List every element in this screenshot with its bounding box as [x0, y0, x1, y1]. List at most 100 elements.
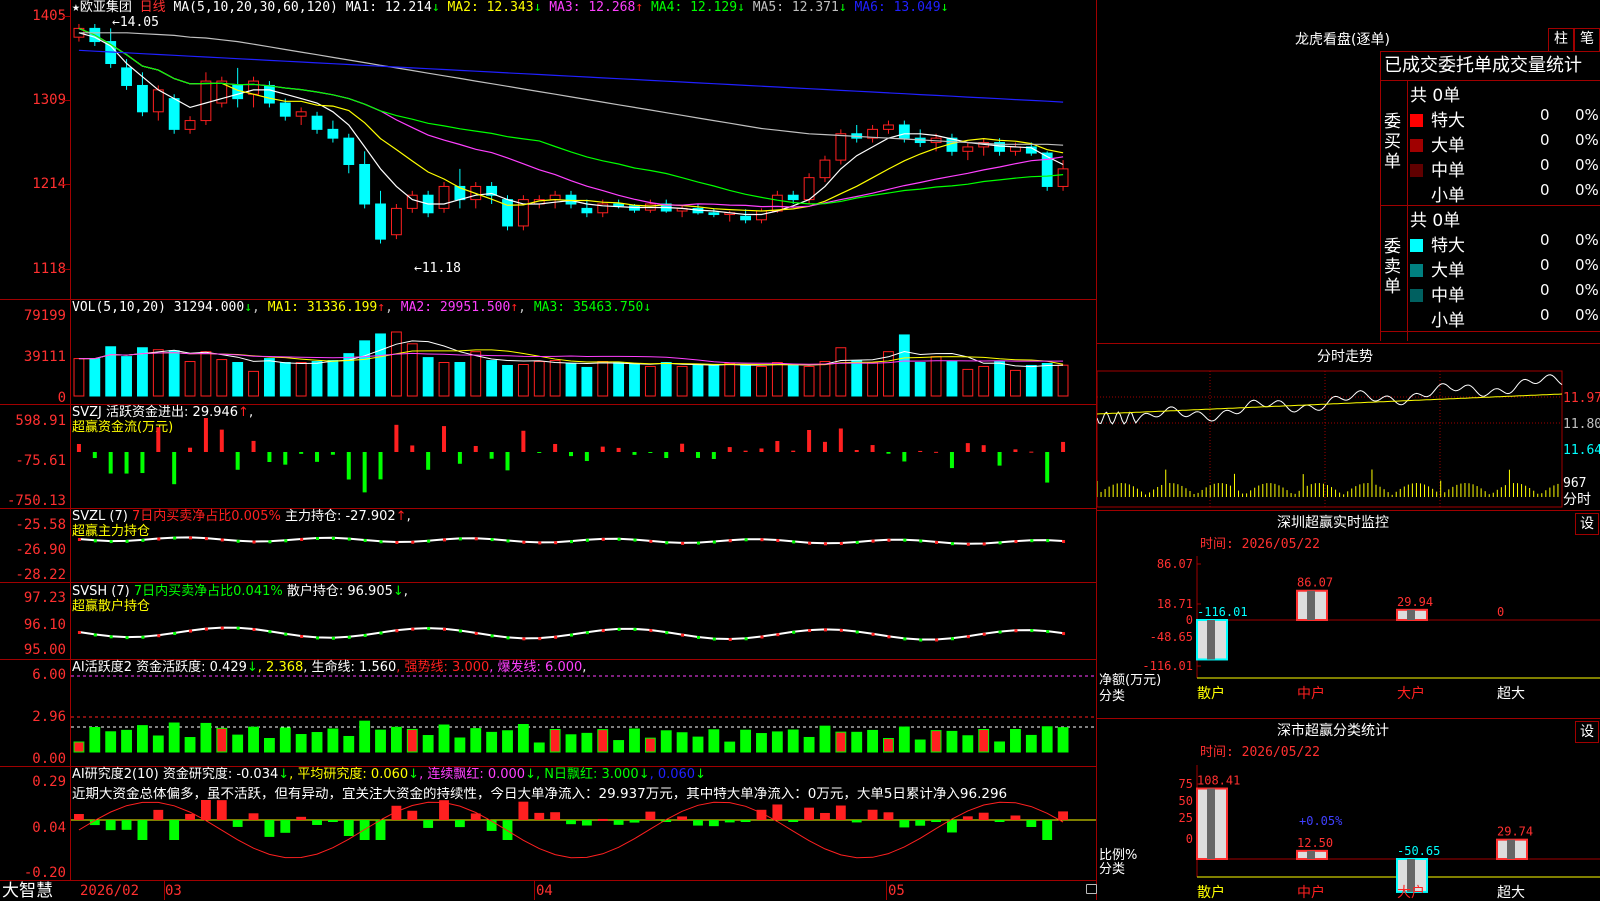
sz-monitor-title: 深圳超赢实时监控	[1277, 515, 1389, 531]
indicator-dot	[252, 628, 256, 632]
indicator-bar	[965, 443, 970, 452]
indicator-dot	[760, 538, 764, 542]
lock-icon[interactable]	[1086, 884, 1097, 894]
svsh-hold: 散户持仓: 96.905	[286, 584, 393, 599]
research-bar	[613, 820, 624, 825]
indicator-dot	[696, 541, 700, 545]
activity-bar	[851, 731, 863, 753]
indicator-dot	[443, 538, 447, 542]
volume-bar	[629, 362, 640, 397]
ai-active-header: AI活跃度2 资金活跃度: 0.429↓, 2.368, 生命线: 1.560,…	[72, 661, 586, 675]
vol-ma3: MA3: 35463.750	[533, 300, 644, 315]
research-bar	[581, 820, 592, 826]
activity-bar	[883, 738, 894, 753]
bar-mode-button[interactable]: 柱	[1548, 28, 1574, 52]
research-bar	[248, 813, 259, 820]
activity-bar	[835, 731, 847, 753]
svzj-y-tick: -75.61	[15, 453, 66, 469]
sz-monitor-chart[interactable]: 86.0718.710-48.65-116.01净额(万元)分类-116.01散…	[1097, 556, 1600, 716]
indicator-bar	[949, 452, 954, 469]
indicator-dot	[966, 635, 970, 639]
svsh-chart[interactable]	[71, 598, 1096, 658]
indicator-dot	[570, 633, 573, 637]
activity-bar	[946, 730, 958, 753]
category-label: 中户	[1297, 685, 1325, 702]
activity-bar	[502, 730, 513, 753]
ai-research-arrow: ↓	[278, 767, 290, 782]
ai-research-streak-arrow: ↓	[525, 767, 536, 782]
volume-bar	[708, 364, 720, 397]
svzl-chart[interactable]	[71, 525, 1096, 581]
volume-bar	[581, 366, 593, 397]
indicator-bar	[219, 429, 224, 452]
ai-research-y-tick: 0.04	[32, 820, 66, 836]
candlestick-chart[interactable]	[71, 14, 1096, 286]
indicator-bar	[680, 443, 685, 452]
pen-mode-button[interactable]: 笔	[1574, 28, 1600, 52]
candle-body	[232, 84, 244, 100]
indicator-dot	[189, 536, 193, 540]
research-bar	[931, 820, 941, 822]
ai-research-chart[interactable]	[71, 782, 1096, 880]
sh-stats-chart[interactable]: 75 50 25 0 比例%分类 108.41 散户 12.50 中户 -50.65 大户 29.74…	[1097, 765, 1600, 900]
indicator-bar	[759, 448, 764, 452]
bar-axis-title: 净额(万元)	[1099, 673, 1161, 688]
svzj-chart[interactable]	[71, 418, 1096, 504]
svsh-ratio: 7日内买卖净占比0.041%	[133, 584, 283, 599]
indicator-dot	[236, 626, 240, 630]
buy-row-text: 大单	[1431, 136, 1465, 156]
svzl-y-tick: -28.22	[15, 567, 66, 583]
activity-bar	[327, 728, 339, 753]
volume-bar	[1041, 362, 1053, 397]
sz-monitor-settings-button[interactable]: 设	[1575, 513, 1599, 535]
indicator-bar	[330, 452, 335, 455]
intraday-price-tick: 11.80	[1563, 417, 1600, 432]
ai-active-strong: , 强势线: 3.000	[396, 660, 490, 675]
candle-body	[962, 146, 974, 152]
main-chart-area[interactable]: ★欧亚集团 日线 MA(5,10,20,30,60,120) MA1: 12.2…	[0, 0, 1097, 900]
research-bar	[851, 820, 862, 823]
volume-bar	[327, 360, 339, 397]
indicator-bar	[632, 452, 637, 455]
ai-research-header: AI研究度2(10) 资金研究度: -0.034↓, 平均研究度: 0.060↓…	[72, 768, 706, 782]
vol-y-tick: 79199	[23, 308, 66, 324]
activity-bar	[359, 720, 371, 753]
indicator-dot	[458, 537, 462, 541]
svzj-y-tick: 598.91	[15, 413, 66, 429]
svzl-y-tick: -26.90	[15, 542, 66, 558]
sh-stats-settings-button[interactable]: 设	[1575, 721, 1599, 743]
indicator-bar	[695, 452, 700, 458]
volume-chart[interactable]	[71, 316, 1096, 398]
indicator-dot	[77, 538, 81, 541]
indicator-dot	[601, 537, 605, 541]
favorite-star-icon[interactable]: ★	[72, 0, 80, 15]
intraday-mode-label[interactable]: 分时	[1563, 493, 1591, 507]
ai-research-label: AI研究度2(10)	[72, 767, 159, 782]
indicator-bar	[442, 426, 447, 452]
category-value-label: -116.01	[1197, 605, 1248, 619]
stock-name[interactable]: 欧亚集团	[80, 0, 132, 15]
activity-bar	[771, 731, 783, 753]
price-y-tick: 1214	[32, 176, 66, 192]
buy-total: 共 0单	[1410, 86, 1461, 106]
ai-research-avg-arrow: ↓	[408, 767, 420, 782]
indicator-dot	[363, 538, 367, 542]
activity-bar	[787, 729, 799, 753]
sell-group-label: 委卖单	[1384, 237, 1402, 297]
research-bar	[216, 800, 227, 820]
activity-bar	[454, 737, 466, 753]
research-bar	[502, 820, 513, 840]
ai-active-chart[interactable]	[71, 674, 1096, 765]
sell-row-pct: 0%	[1575, 281, 1599, 299]
indicator-dot	[1030, 629, 1034, 633]
research-bar	[454, 820, 465, 828]
activity-bar	[629, 728, 640, 753]
bar-axis-title: 比例%	[1099, 848, 1137, 863]
intraday-chart[interactable]	[1097, 370, 1567, 510]
low-price-marker: ←11.18	[414, 261, 461, 276]
activity-bar	[819, 725, 831, 753]
category-bar-shade	[1407, 609, 1415, 620]
indicator-dot	[363, 633, 367, 637]
bar-axis-title: 分类	[1099, 862, 1125, 877]
period-label[interactable]: 日线	[140, 0, 166, 15]
